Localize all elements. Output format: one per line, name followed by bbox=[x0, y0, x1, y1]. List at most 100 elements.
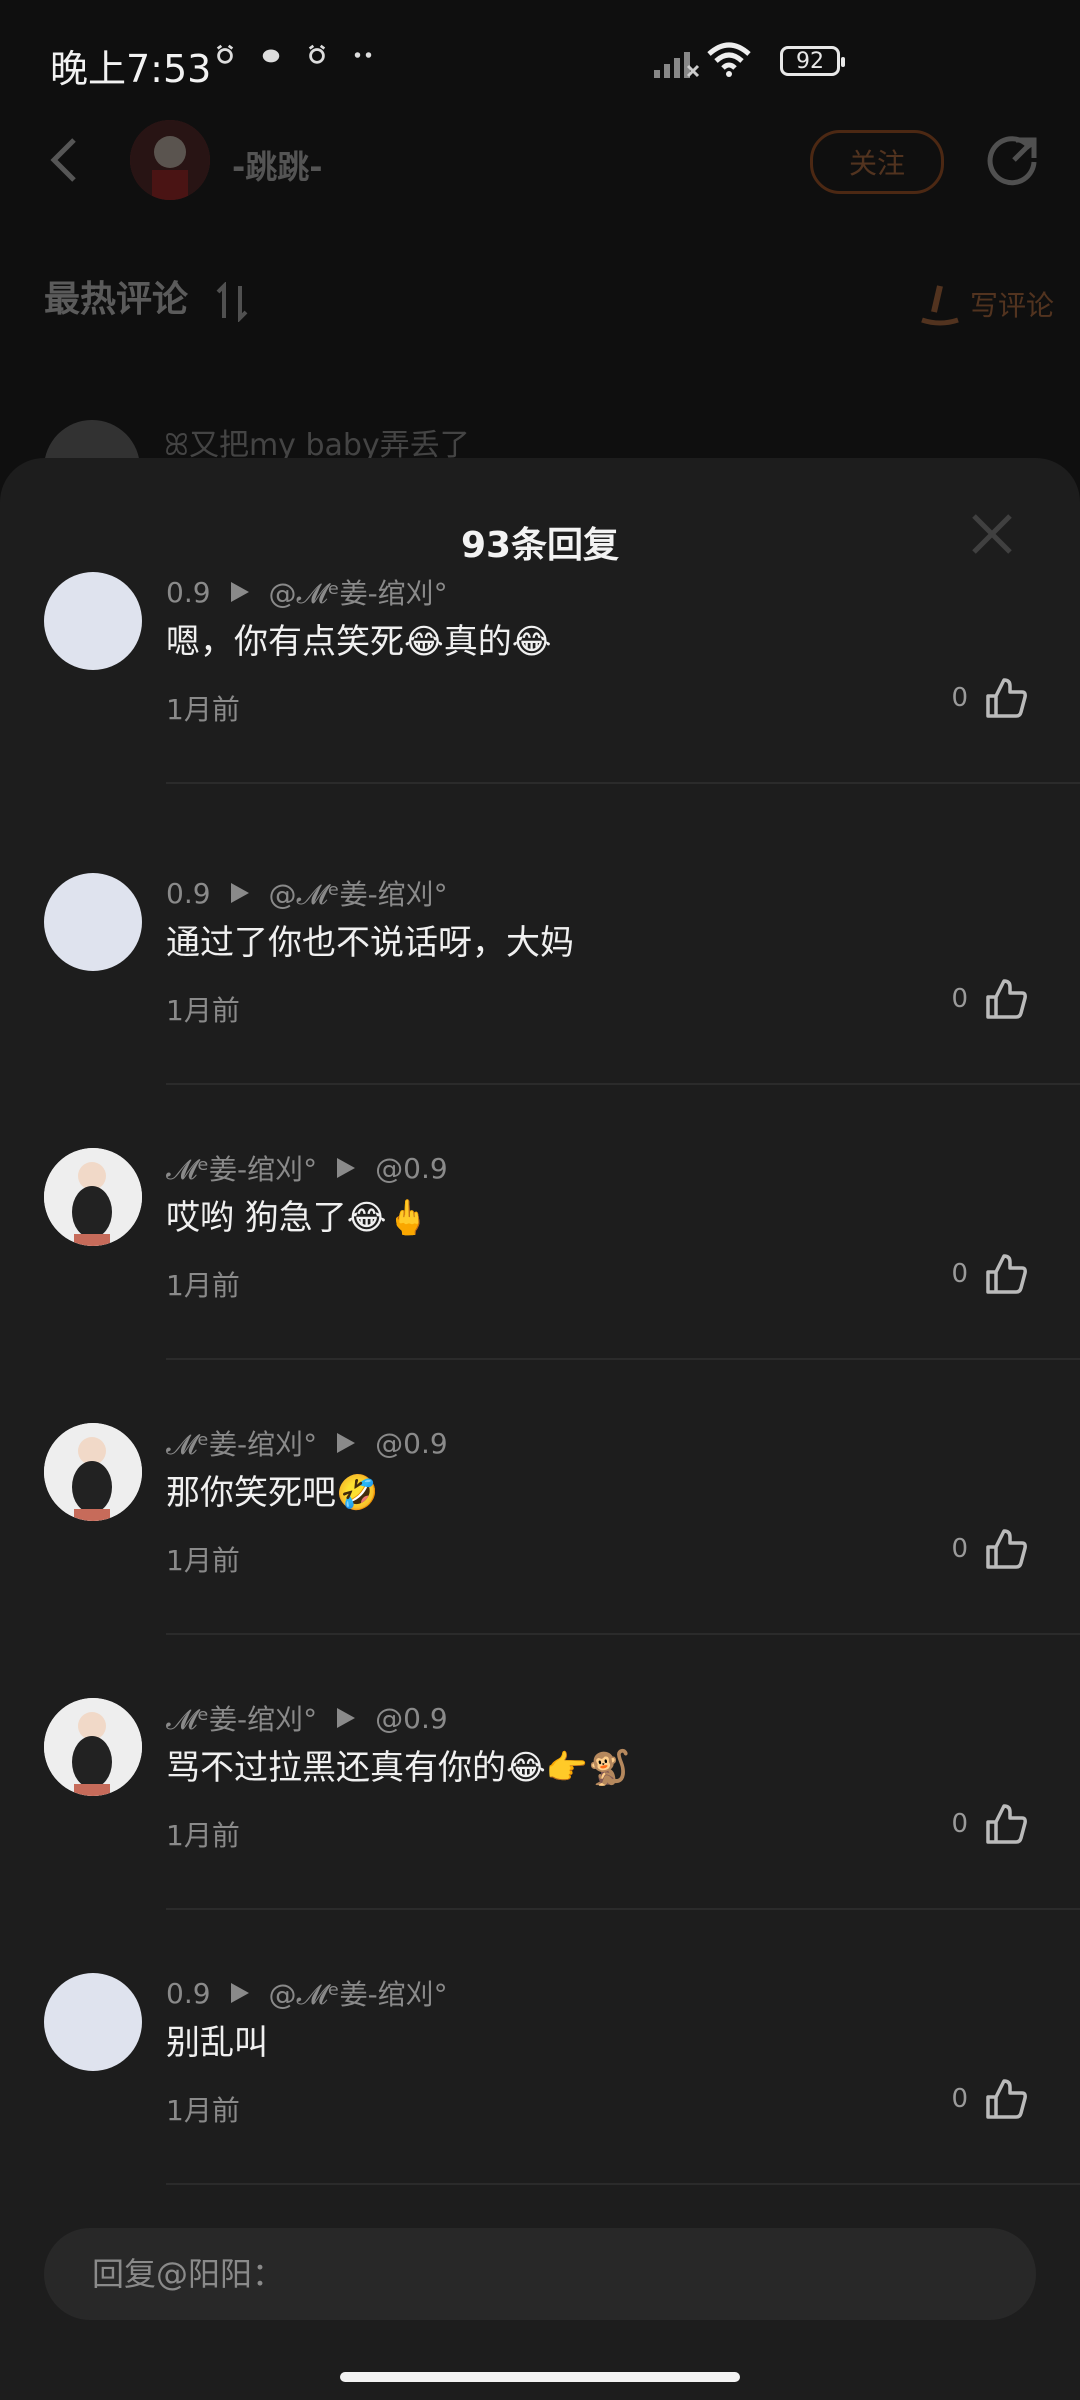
share-icon[interactable] bbox=[984, 128, 1044, 188]
avatar[interactable] bbox=[44, 1698, 142, 1796]
follow-button[interactable]: 关注 bbox=[810, 130, 944, 194]
reply-meta: 𝓜ᵉ姜-绾刈° @0.9 bbox=[166, 1698, 448, 1738]
reply-content: 通过了你也不说话呀，大妈 bbox=[166, 923, 574, 963]
notification-icon bbox=[262, 49, 280, 63]
wifi-icon bbox=[707, 42, 751, 77]
status-time: 晚上7:53 bbox=[50, 47, 212, 91]
reply-time: 1月前 bbox=[166, 1819, 240, 1852]
reply-time: 1月前 bbox=[166, 2094, 240, 2127]
more-dots-icon bbox=[354, 52, 372, 58]
like-count: 0 bbox=[951, 2084, 968, 2114]
reply-target[interactable]: @𝓜ᵉ姜-绾刈° bbox=[269, 1973, 448, 2013]
reply-meta: 0.9 @𝓜ᵉ姜-绾刈° bbox=[166, 572, 448, 612]
reply-user[interactable]: 𝓜ᵉ姜-绾刈° bbox=[166, 1423, 317, 1463]
reply-item[interactable]: 0.9 @𝓜ᵉ姜-绾刈° 别乱叫 1月前 0 bbox=[0, 1973, 1080, 2248]
reply-time: 1月前 bbox=[166, 693, 240, 726]
reply-arrow-icon bbox=[337, 1158, 356, 1178]
thumbs-up-icon bbox=[986, 1254, 1027, 1294]
divider bbox=[166, 1908, 1080, 1910]
like-button[interactable]: 0 bbox=[951, 1527, 1028, 1571]
reply-content: 嗯，你有点笑死😂真的😂 bbox=[166, 622, 552, 662]
reply-content: 那你笑死吧🤣 bbox=[166, 1473, 379, 1513]
reply-meta: 0.9 @𝓜ᵉ姜-绾刈° bbox=[166, 873, 448, 913]
alarm-icon bbox=[216, 44, 234, 64]
avatar-image bbox=[130, 120, 210, 200]
like-button[interactable]: 0 bbox=[951, 2077, 1028, 2121]
status-bar: 晚上7:53 92 bbox=[0, 0, 1080, 130]
thumbs-up-icon bbox=[986, 1529, 1027, 1569]
back-icon[interactable] bbox=[46, 136, 86, 184]
reply-user[interactable]: 0.9 bbox=[166, 1977, 211, 2010]
avatar[interactable] bbox=[44, 572, 142, 670]
like-button[interactable]: 0 bbox=[951, 1802, 1028, 1846]
reply-user[interactable]: 𝓜ᵉ姜-绾刈° bbox=[166, 1698, 317, 1738]
avatar-image bbox=[44, 1698, 142, 1796]
reply-user[interactable]: 0.9 bbox=[166, 576, 211, 609]
like-count: 0 bbox=[951, 1259, 968, 1289]
reply-arrow-icon bbox=[230, 883, 249, 903]
divider bbox=[166, 2183, 1080, 2185]
like-count: 0 bbox=[951, 984, 968, 1014]
reply-meta: 𝓜ᵉ姜-绾刈° @0.9 bbox=[166, 1423, 448, 1463]
reply-user[interactable]: 0.9 bbox=[166, 877, 211, 910]
reply-target[interactable]: @0.9 bbox=[375, 1427, 448, 1460]
reply-content: 别乱叫 bbox=[166, 2023, 268, 2063]
alarm-icon bbox=[308, 44, 326, 64]
avatar[interactable] bbox=[44, 1148, 142, 1246]
battery-icon: 92 bbox=[780, 46, 845, 76]
replies-count-title: 93条回复 bbox=[460, 525, 620, 566]
reply-target[interactable]: @𝓜ᵉ姜-绾刈° bbox=[269, 572, 448, 612]
reply-input-bar[interactable] bbox=[44, 2228, 1036, 2320]
avatar[interactable] bbox=[44, 1423, 142, 1521]
reply-input[interactable] bbox=[90, 2254, 994, 2294]
reply-item[interactable]: 𝓜ᵉ姜-绾刈° @0.9 哎哟 狗急了😂🖕 1月前 0 bbox=[0, 1148, 1080, 1423]
like-count: 0 bbox=[951, 683, 968, 713]
replies-sheet: 93条回复 0.9 @𝓜ᵉ姜-绾刈° 嗯，你有点笑死😂真的😂 1月前 0 0.9… bbox=[0, 458, 1080, 2400]
reply-target[interactable]: @0.9 bbox=[375, 1152, 448, 1185]
sort-icon[interactable] bbox=[214, 282, 250, 322]
write-comment-label: 写评论 bbox=[969, 289, 1054, 322]
signal-icon bbox=[654, 52, 700, 78]
thumbs-up-icon bbox=[986, 1804, 1027, 1844]
post-header: -跳跳- 关注 bbox=[0, 120, 1080, 240]
reply-arrow-icon bbox=[230, 1983, 249, 2003]
like-button[interactable]: 0 bbox=[951, 676, 1028, 720]
pen-icon bbox=[921, 285, 959, 326]
divider bbox=[166, 1083, 1080, 1085]
thumbs-up-icon bbox=[986, 2079, 1027, 2119]
like-count: 0 bbox=[951, 1809, 968, 1839]
author-name[interactable]: -跳跳- bbox=[232, 142, 323, 188]
thumbs-up-icon bbox=[986, 678, 1027, 718]
reply-content: 哎哟 狗急了😂🖕 bbox=[166, 1198, 429, 1238]
status-notification-icons bbox=[214, 44, 374, 66]
like-button[interactable]: 0 bbox=[951, 1252, 1028, 1296]
reply-time: 1月前 bbox=[166, 1269, 240, 1302]
like-count: 0 bbox=[951, 1534, 968, 1564]
reply-target[interactable]: @0.9 bbox=[375, 1702, 448, 1735]
reply-item[interactable]: 𝓜ᵉ姜-绾刈° @0.9 那你笑死吧🤣 1月前 0 bbox=[0, 1423, 1080, 1698]
like-button[interactable]: 0 bbox=[951, 977, 1028, 1021]
divider bbox=[166, 1358, 1080, 1360]
reply-meta: 𝓜ᵉ姜-绾刈° @0.9 bbox=[166, 1148, 448, 1188]
thumbs-up-icon bbox=[986, 979, 1027, 1019]
reply-item[interactable]: 0.9 @𝓜ᵉ姜-绾刈° 嗯，你有点笑死😂真的😂 1月前 0 bbox=[0, 572, 1080, 847]
avatar-image bbox=[44, 1148, 142, 1246]
reply-time: 1月前 bbox=[166, 1544, 240, 1577]
reply-arrow-icon bbox=[337, 1433, 356, 1453]
reply-target[interactable]: @𝓜ᵉ姜-绾刈° bbox=[269, 873, 448, 913]
reply-item[interactable]: 0.9 @𝓜ᵉ姜-绾刈° 通过了你也不说话呀，大妈 1月前 0 bbox=[0, 873, 1080, 1148]
write-comment-button[interactable]: 写评论 bbox=[920, 282, 1054, 326]
avatar-image bbox=[44, 1423, 142, 1521]
avatar[interactable] bbox=[44, 1973, 142, 2071]
home-indicator[interactable] bbox=[340, 2372, 740, 2382]
divider bbox=[166, 782, 1080, 784]
reply-arrow-icon bbox=[230, 582, 249, 602]
reply-meta: 0.9 @𝓜ᵉ姜-绾刈° bbox=[166, 1973, 448, 2013]
reply-user[interactable]: 𝓜ᵉ姜-绾刈° bbox=[166, 1148, 317, 1188]
author-avatar[interactable] bbox=[130, 120, 210, 200]
reply-item[interactable]: 𝓜ᵉ姜-绾刈° @0.9 骂不过拉黑还真有你的😂👉🐒 1月前 0 bbox=[0, 1698, 1080, 1973]
close-icon[interactable] bbox=[968, 510, 1016, 558]
reply-arrow-icon bbox=[337, 1708, 356, 1728]
avatar[interactable] bbox=[44, 873, 142, 971]
divider bbox=[166, 1633, 1080, 1635]
